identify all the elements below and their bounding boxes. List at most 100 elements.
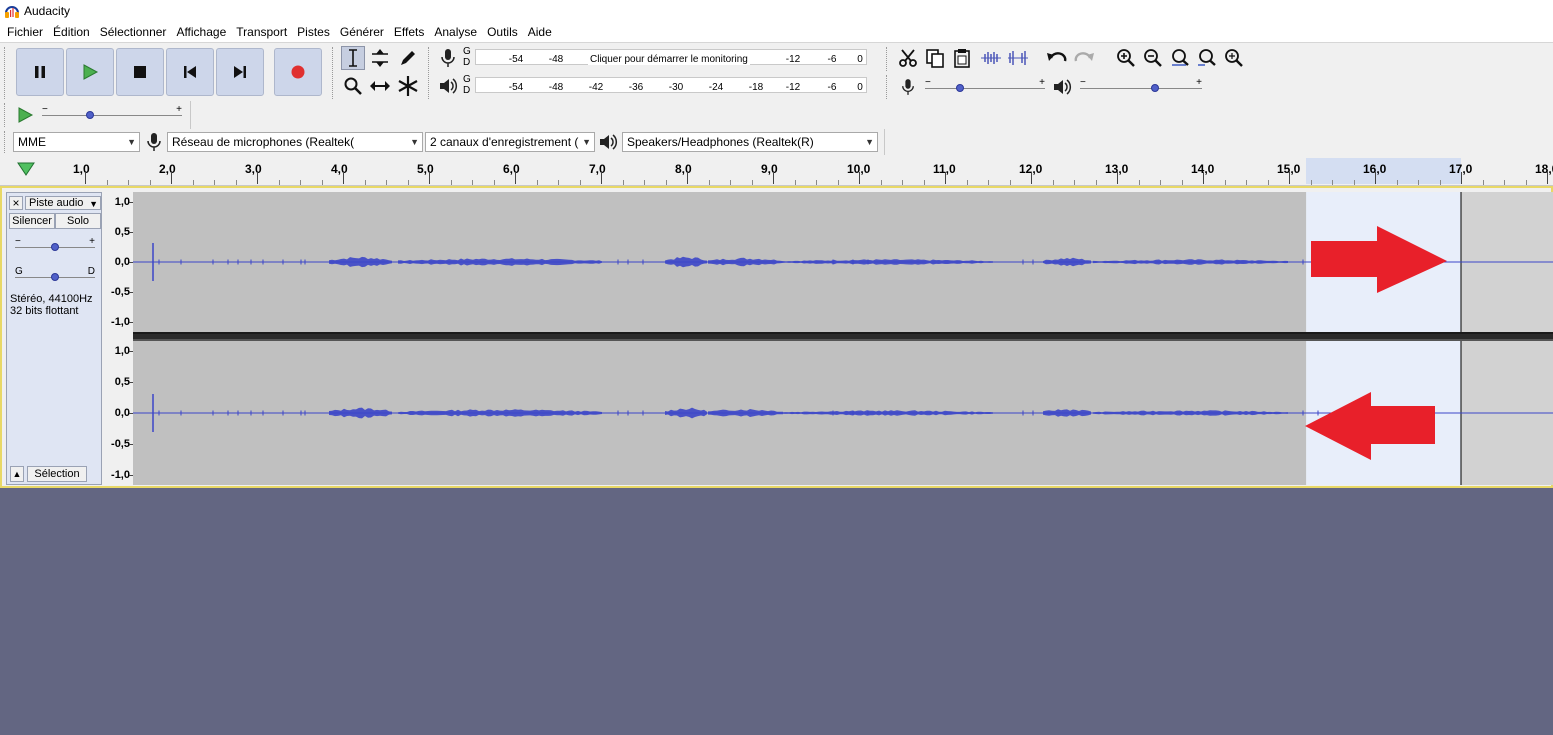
ruler-minor-tick [708, 180, 710, 185]
envelope-tool[interactable] [368, 46, 392, 70]
record-meter[interactable]: G D -54 -48 Cliquer pour démarrer le mon… [463, 47, 883, 68]
menu-generer[interactable]: Générer [335, 22, 389, 42]
stop-button[interactable] [116, 48, 164, 96]
audacity-logo-icon [5, 6, 19, 18]
ruler-label: 1,0 [73, 162, 90, 176]
redo-button[interactable] [1072, 46, 1096, 70]
meter-tick: -24 [708, 82, 724, 93]
fit-project-button[interactable] [1195, 46, 1219, 70]
menu-outils[interactable]: Outils [482, 22, 523, 42]
zoom-toggle-button[interactable] [1222, 46, 1246, 70]
track-format-bits: 32 bits flottant [10, 305, 79, 317]
slider-knob[interactable] [86, 111, 94, 119]
playback-device-icon-holder [598, 133, 618, 154]
ruler-minor-tick [386, 180, 387, 185]
menu-affichage[interactable]: Affichage [171, 22, 231, 42]
menu-transport[interactable]: Transport [231, 22, 292, 42]
multi-tool[interactable] [396, 74, 420, 98]
amplitude-label: -0,5 [111, 286, 130, 298]
undo-button[interactable] [1045, 46, 1069, 70]
ruler-minor-tick [923, 180, 925, 185]
meter-tick: -18 [748, 82, 764, 93]
playback-volume-slider[interactable]: − + [1080, 77, 1202, 96]
track-format-info: Stéréo, 44100Hz 32 bits flottant [10, 293, 93, 317]
ruler-label: 4,0 [331, 162, 348, 176]
ruler-minor-tick [902, 180, 903, 185]
recording-channels-select[interactable]: 2 canaux d'enregistrement ( ▼ [425, 132, 595, 152]
ruler-minor-tick [794, 180, 796, 185]
time-shift-tool[interactable] [368, 74, 392, 98]
transport-toolbar-grip[interactable] [4, 47, 14, 99]
close-track-button[interactable]: × [9, 196, 23, 210]
slider-knob[interactable] [51, 273, 59, 281]
monitoring-hint[interactable]: Cliquer pour démarrer le monitoring [588, 54, 750, 65]
ruler-minor-tick [106, 180, 108, 185]
timeline-ruler[interactable]: 1,0 2,0 3,0 4,0 5,0 6,0 7,0 8,0 9,0 10,0 11,0 12,0 1… [0, 156, 1553, 186]
cut-button[interactable] [896, 46, 920, 70]
skip-to-end-button[interactable] [216, 48, 264, 96]
fit-selection-button[interactable] [1168, 46, 1192, 70]
playback-meter-button[interactable] [436, 74, 460, 98]
play-speed-slider[interactable]: − + [42, 104, 182, 123]
ruler-label: 18,0 [1535, 162, 1553, 176]
record-meter-button[interactable] [436, 46, 460, 70]
recording-device-select[interactable]: Réseau de microphones (Realtek( ▼ [167, 132, 423, 152]
playback-meter[interactable]: G D -54 -48 -42 -36 -30 -24 -18 -12 -6 0 [463, 75, 883, 96]
menu-edition[interactable]: Édition [48, 22, 95, 42]
i-beam-icon [349, 49, 357, 67]
slider-knob[interactable] [956, 84, 964, 92]
pan-slider[interactable]: G D [15, 266, 95, 285]
ruler-minor-tick [644, 180, 645, 185]
toolbar-divider [190, 101, 191, 129]
play-at-speed-button[interactable] [13, 103, 37, 127]
record-volume-slider[interactable]: − + [925, 77, 1045, 96]
gain-slider[interactable]: − + [15, 236, 95, 255]
slider-knob[interactable] [1151, 84, 1159, 92]
solo-button[interactable]: Solo [55, 213, 101, 229]
menu-selectionner[interactable]: Sélectionner [95, 22, 172, 42]
selection-tool[interactable] [341, 46, 365, 70]
silence-audio-button[interactable] [1006, 46, 1030, 70]
ruler-label: 6,0 [503, 162, 520, 176]
recording-channels-value: 2 canaux d'enregistrement ( [430, 135, 579, 149]
pause-button[interactable] [16, 48, 64, 96]
channel-separator[interactable] [133, 332, 1553, 341]
menu-fichier[interactable]: Fichier [2, 22, 48, 42]
copy-button[interactable] [923, 46, 947, 70]
record-button[interactable] [274, 48, 322, 96]
title-bar: Audacity [0, 0, 1553, 22]
audio-host-select[interactable]: MME ▼ [13, 132, 140, 152]
scissors-icon [899, 49, 917, 67]
meter-tick: -54 [508, 54, 524, 65]
mixer-toolbar-grip[interactable] [886, 75, 896, 99]
menu-aide[interactable]: Aide [523, 22, 557, 42]
ruler-minor-tick [1525, 180, 1527, 185]
zoom-tool[interactable] [341, 74, 365, 98]
menu-analyse[interactable]: Analyse [429, 22, 482, 42]
slider-knob[interactable] [51, 243, 59, 251]
paste-button[interactable] [950, 46, 974, 70]
ruler-minor-tick [450, 180, 452, 185]
menu-effets[interactable]: Effets [389, 22, 429, 42]
skip-to-start-button[interactable] [166, 48, 214, 96]
playhead-triangle-icon[interactable] [17, 161, 35, 177]
zoom-out-button[interactable] [1141, 46, 1165, 70]
edit-toolbar-grip[interactable] [886, 47, 896, 71]
play-icon [83, 64, 99, 80]
collapse-track-button[interactable]: ▲ [10, 466, 24, 482]
ruler-label: 3,0 [245, 162, 262, 176]
playback-meter-bar[interactable]: -54 -48 -42 -36 -30 -24 -18 -12 -6 0 [475, 77, 867, 93]
ruler-minor-tick [751, 180, 753, 185]
recording-device-value: Réseau de microphones (Realtek( [172, 135, 355, 149]
record-meter-bar[interactable]: -54 -48 Cliquer pour démarrer le monitor… [475, 49, 867, 65]
trim-audio-button[interactable] [979, 46, 1003, 70]
mute-button[interactable]: Silencer [9, 213, 55, 229]
ruler-label: 7,0 [589, 162, 606, 176]
track-name-menu[interactable]: Piste audio ▼ [25, 196, 101, 210]
playback-device-select[interactable]: Speakers/Headphones (Realtek(R) ▼ [622, 132, 878, 152]
select-track-button[interactable]: Sélection [27, 466, 87, 482]
menu-pistes[interactable]: Pistes [292, 22, 335, 42]
draw-tool[interactable] [396, 46, 420, 70]
zoom-in-button[interactable] [1114, 46, 1138, 70]
play-button[interactable] [66, 48, 114, 96]
